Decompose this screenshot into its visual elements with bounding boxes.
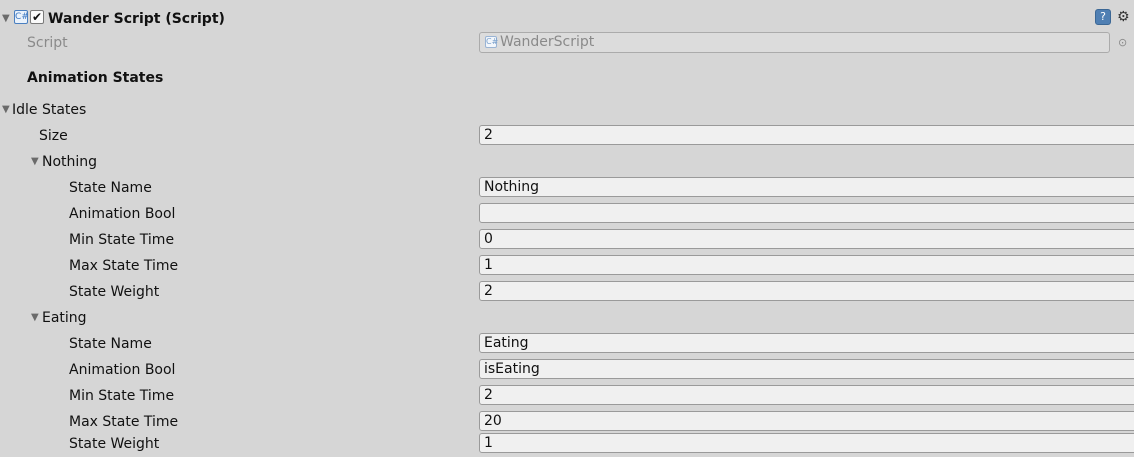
state-field-row: State Name Nothing (0, 175, 1134, 201)
state-field-row: Animation Bool isEating (0, 357, 1134, 383)
size-label: Size (39, 128, 68, 144)
state-foldout-eating[interactable]: ▼ Eating (0, 305, 1134, 331)
idle-states-foldout[interactable]: ▼ Idle States (0, 97, 1134, 123)
field-label: State Weight (69, 284, 160, 300)
animation-states-header-row: Animation States (0, 65, 1134, 91)
field-label: Animation Bool (69, 206, 176, 222)
object-picker-icon[interactable]: ⊙ (1118, 30, 1127, 56)
animation-bool-input[interactable]: isEating (479, 359, 1134, 379)
state-foldout-nothing[interactable]: ▼ Nothing (0, 149, 1134, 175)
max-state-time-input[interactable]: 20 (479, 411, 1134, 431)
min-state-time-input[interactable]: 2 (479, 385, 1134, 405)
size-input[interactable]: 2 (479, 125, 1134, 145)
field-label: State Name (69, 336, 152, 352)
field-label: Animation Bool (69, 362, 176, 378)
animation-bool-input[interactable] (479, 203, 1134, 223)
foldout-arrow-icon[interactable]: ▼ (31, 305, 39, 331)
enabled-checkbox[interactable]: ✔ (30, 10, 44, 24)
state-field-row: Max State Time 1 (0, 253, 1134, 279)
min-state-time-input[interactable]: 0 (479, 229, 1134, 249)
component-title: Wander Script (Script) (48, 11, 225, 27)
state-name-input[interactable]: Nothing (479, 177, 1134, 197)
field-label: Min State Time (69, 388, 175, 404)
state-field-row: Min State Time 0 (0, 227, 1134, 253)
script-row: Script C# WanderScript ⊙ (0, 30, 1134, 56)
state-field-row: Animation Bool (0, 201, 1134, 227)
gear-icon[interactable]: ⚙ (1117, 6, 1130, 28)
inspector-panel: ▼ C# ✔ Wander Script (Script) ? ⚙ Script… (0, 0, 1134, 457)
section-heading: Animation States (27, 70, 164, 86)
state-weight-input[interactable]: 2 (479, 281, 1134, 301)
script-label: Script (27, 35, 68, 51)
script-object-field[interactable]: C# WanderScript (479, 32, 1110, 53)
script-icon: C# (14, 10, 29, 24)
state-element-label: Nothing (42, 154, 98, 170)
field-label: State Name (69, 180, 152, 196)
field-label: Min State Time (69, 232, 175, 248)
script-value: WanderScript (500, 34, 595, 50)
idle-states-label: Idle States (12, 102, 87, 118)
foldout-arrow-icon[interactable]: ▼ (31, 149, 39, 175)
max-state-time-input[interactable]: 1 (479, 255, 1134, 275)
state-field-row: Min State Time 2 (0, 383, 1134, 409)
component-header[interactable]: ▼ C# ✔ Wander Script (Script) ? ⚙ (0, 6, 1134, 32)
field-label: State Weight (69, 436, 160, 452)
field-label: Max State Time (69, 258, 179, 274)
foldout-arrow-icon[interactable]: ▼ (2, 6, 10, 32)
script-file-icon: C# (485, 36, 499, 48)
size-row: Size 2 (0, 123, 1134, 149)
state-field-row: State Weight 1 (0, 431, 1134, 457)
state-element-label: Eating (42, 310, 87, 326)
foldout-arrow-icon[interactable]: ▼ (2, 97, 10, 123)
state-field-row: State Weight 2 (0, 279, 1134, 305)
state-field-row: State Name Eating (0, 331, 1134, 357)
state-weight-input[interactable]: 1 (479, 433, 1134, 453)
state-name-input[interactable]: Eating (479, 333, 1134, 353)
help-icon[interactable]: ? (1095, 9, 1111, 25)
